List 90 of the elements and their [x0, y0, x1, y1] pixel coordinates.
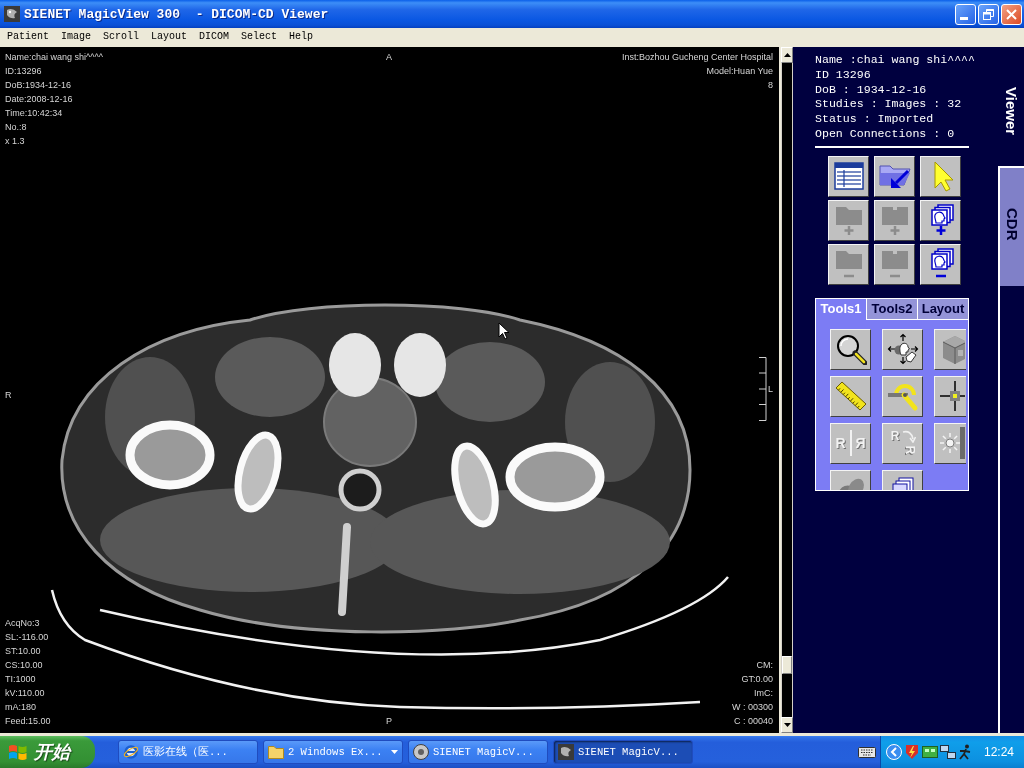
orientation-label: L: [768, 383, 773, 396]
overlay-text: mA:180: [5, 701, 38, 714]
menu-item[interactable]: Scroll: [97, 28, 146, 46]
clock-text: 12:24: [983, 745, 1014, 759]
scrollbar-thumb[interactable]: [782, 656, 792, 674]
magnifier-icon: [834, 333, 867, 366]
globe-icon: [123, 744, 139, 760]
overlay-text: Model:Huan Yue: [705, 65, 773, 78]
overlay-text: AcqNo:3: [5, 617, 41, 630]
tool-button[interactable]: [934, 422, 966, 464]
overlay-text: SL:-116.00: [5, 631, 50, 644]
app-logo-icon: [558, 744, 574, 760]
shield-lightning-icon[interactable]: [904, 744, 920, 760]
tool-tab[interactable]: Tools2: [867, 297, 918, 320]
menu-item[interactable]: Layout: [145, 28, 194, 46]
tool-button[interactable]: [934, 375, 966, 417]
move-arrows-icon: [886, 333, 919, 366]
card-icon[interactable]: [922, 746, 938, 758]
overlay-text: ImC:: [753, 687, 773, 700]
overlay-text: No.:8: [5, 121, 28, 134]
tool-button[interactable]: [882, 375, 923, 417]
flag-icon: [8, 743, 28, 761]
menu-item[interactable]: DICOM: [193, 28, 236, 46]
overlay-text: GT:0.00: [740, 673, 773, 686]
menu-item[interactable]: Image: [55, 28, 98, 46]
overlay-text: 8: [767, 79, 773, 92]
window-title: SIENET MagicView 300 - DICOM-CD Viewer: [24, 6, 330, 22]
taskbar-button[interactable]: 2 Windows Ex...: [263, 740, 403, 764]
taskbar-button[interactable]: 医影在线（医...: [118, 740, 258, 764]
overlay-text: Time:10:42:34: [5, 107, 64, 120]
tool-tab[interactable]: Layout: [918, 297, 968, 320]
restore-button[interactable]: [978, 3, 999, 25]
tool-button[interactable]: [882, 469, 923, 490]
down-arrow-icon: [783, 723, 791, 727]
sun-icon: [939, 427, 965, 460]
patient-info-text: DoB : 1934-12-16: [815, 82, 927, 98]
keyboard-icon[interactable]: [858, 746, 876, 758]
overlay-text: Feed:15.00: [5, 715, 51, 728]
scroll-up-button[interactable]: [781, 47, 793, 63]
overlay-text: ID:13296: [5, 65, 43, 78]
menu-item[interactable]: Select: [235, 28, 284, 46]
overlay-text: DoB:1934-12-16: [5, 79, 73, 92]
tool-button[interactable]: [882, 328, 923, 370]
patient-info-text: Studies : Images : 32: [815, 97, 962, 113]
overlay-text: CM:: [755, 659, 773, 672]
taskbar-button[interactable]: SIENET MagicV...: [553, 740, 693, 764]
crosshair-icon: [939, 380, 965, 413]
scale-ruler-icon: [758, 357, 767, 421]
running-figure-icon[interactable]: [958, 744, 972, 760]
close-icon: [1006, 8, 1017, 20]
side-tab[interactable]: CDR: [998, 166, 1024, 286]
overlay-text: W : 00300: [731, 701, 773, 714]
mouse-pointer-icon: [498, 322, 510, 340]
menu-item[interactable]: Help: [283, 28, 320, 46]
orientation-label: A: [386, 51, 392, 64]
close-button[interactable]: [1001, 3, 1022, 25]
overlay-text: CS:10.00: [5, 659, 44, 672]
menu-item[interactable]: Patient: [1, 28, 55, 46]
tool-button[interactable]: [830, 375, 871, 417]
overlay-text: ST:10.00: [5, 645, 42, 658]
curved-arrow-icon: [901, 428, 916, 443]
chevron-left-icon[interactable]: [886, 744, 902, 760]
scroll-down-button[interactable]: [781, 717, 793, 733]
minimize-icon: [960, 16, 968, 20]
patient-info-text: Status : Imported: [815, 112, 934, 127]
overlay-text: x 1.3: [5, 135, 26, 148]
computers-icon[interactable]: [940, 745, 956, 759]
overlay-text: Name:chai wang shi^^^^: [5, 51, 103, 64]
up-arrow-icon: [783, 53, 791, 57]
patient-info-text: Name :chai wang shi^^^^: [815, 53, 976, 68]
ruler-icon: [834, 380, 867, 413]
patient-info-text: Open Connections : 0: [815, 127, 955, 142]
disc-icon: [413, 744, 429, 760]
overlay-text: kV:110.00: [5, 687, 46, 700]
tool-button[interactable]: [934, 328, 966, 370]
overlay-text: Inst:Bozhou Gucheng Center Hospital: [621, 51, 773, 64]
overlay-text: TI:1000: [5, 673, 37, 686]
tool-button[interactable]: [830, 328, 871, 370]
tool-button[interactable]: [830, 469, 871, 490]
minimize-button[interactable]: [955, 3, 976, 25]
orientation-label: P: [386, 715, 392, 728]
start-button[interactable]: 开始: [0, 736, 95, 768]
orientation-label: R: [5, 389, 12, 402]
overlay-text: Date:2008-12-16: [5, 93, 74, 106]
overlay-text: C : 00040: [732, 715, 773, 728]
taskbar-button[interactable]: SIENET MagicV...: [408, 740, 548, 764]
app-logo-icon: [4, 6, 20, 22]
restore-icon: [983, 8, 994, 20]
patient-info-text: ID 13296: [815, 67, 871, 83]
folder-icon: [268, 745, 284, 759]
